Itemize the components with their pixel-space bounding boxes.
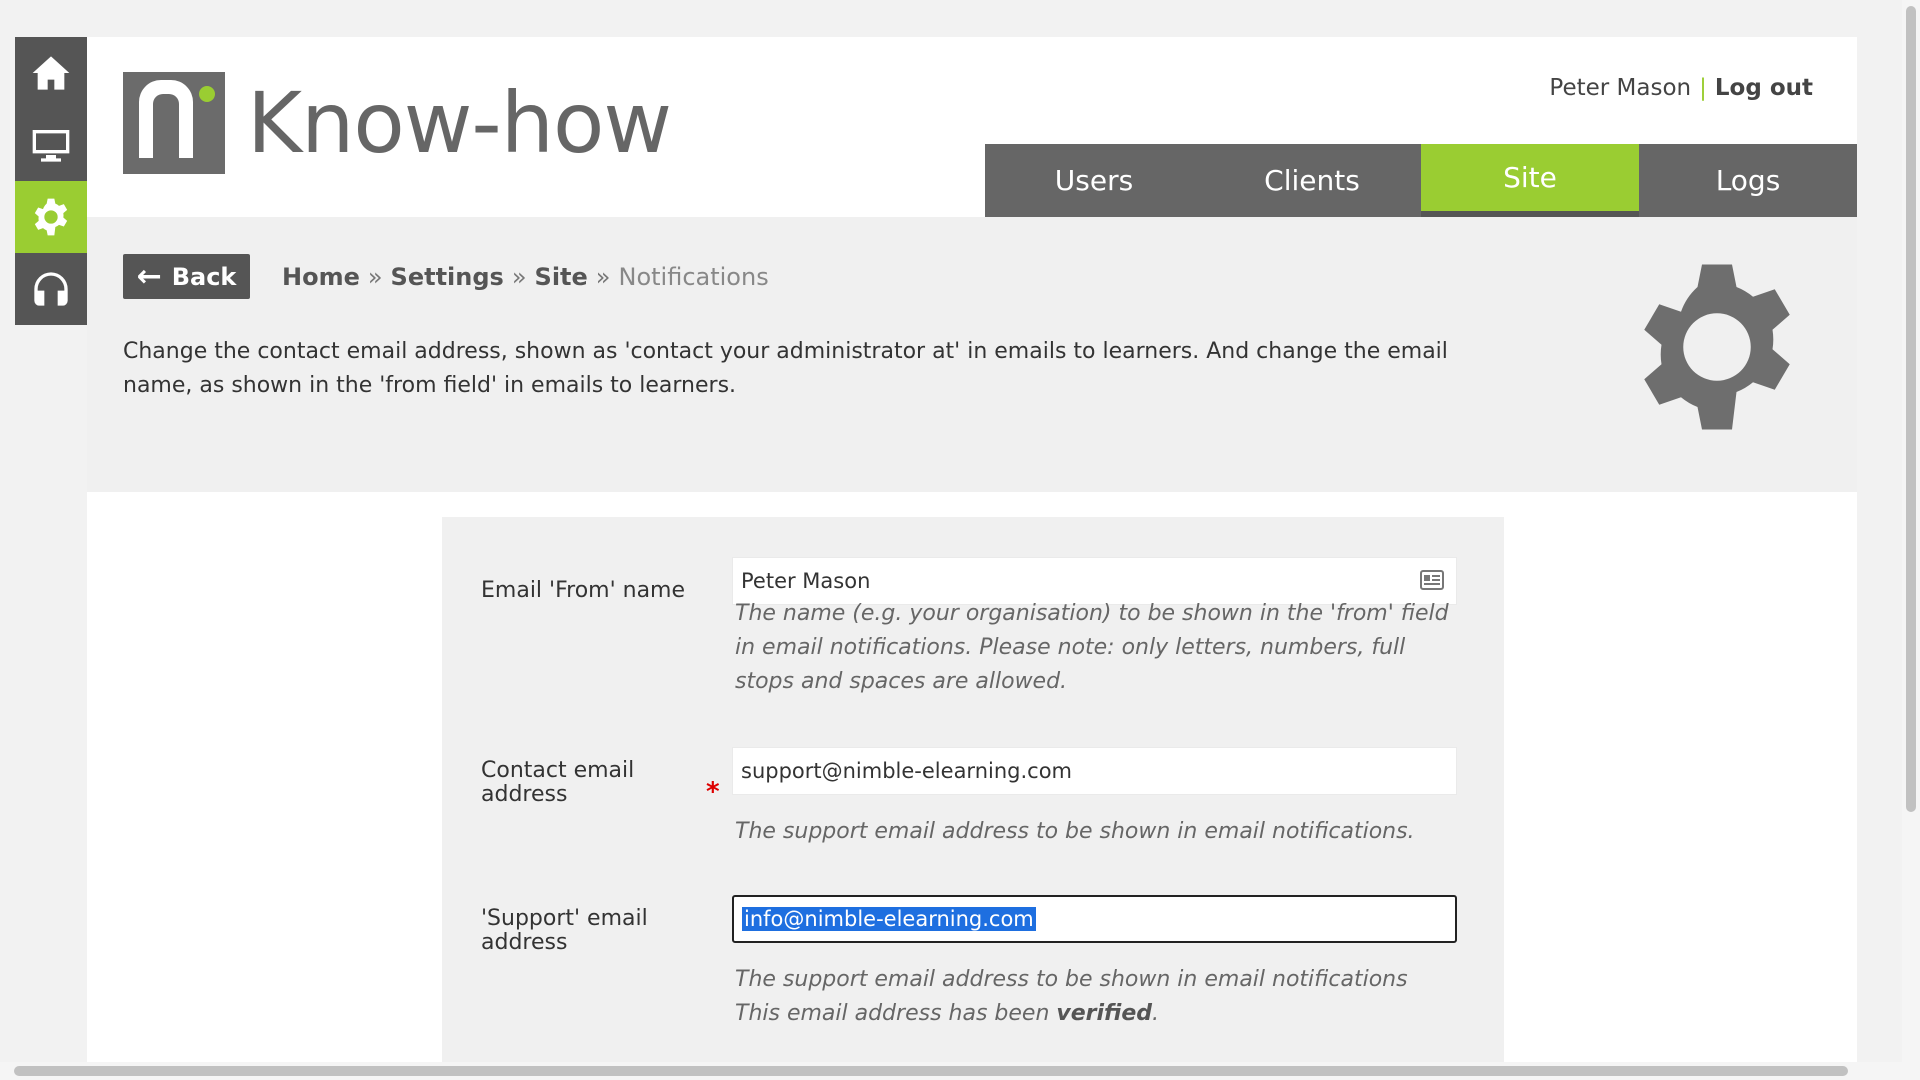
vertical-scrollbar[interactable] (1902, 0, 1920, 1062)
contact-email-help: The support email address to be shown in… (735, 819, 1415, 844)
headset-icon (34, 272, 68, 306)
verified-suffix: . (1152, 1001, 1160, 1026)
breadcrumb: Home» Settings» Site» Notifications (282, 263, 769, 291)
rail-home[interactable] (15, 37, 87, 109)
verified-word: verified (1056, 1001, 1153, 1026)
vertical-scroll-thumb[interactable] (1906, 6, 1916, 812)
page-description: Change the contact email address, shown … (123, 339, 1448, 398)
left-rail (15, 37, 87, 325)
breadcrumb-current: Notifications (618, 262, 769, 291)
app-frame: Know-how Peter Mason | Log out Users Clien… (87, 37, 1857, 1067)
gear-icon (34, 198, 68, 236)
tab-users[interactable]: Users (985, 144, 1203, 217)
intro-panel: ← Back Home» Settings» Site» Notifications … (87, 217, 1857, 492)
tab-site[interactable]: Site (1421, 144, 1639, 217)
logo[interactable]: Know-how (123, 72, 672, 174)
from-name-value: Peter Mason (741, 569, 871, 593)
rail-settings[interactable] (15, 181, 87, 253)
required-mark: * (706, 777, 720, 807)
verified-status: This email address has been verified. (735, 997, 1455, 1031)
userbar-separator: | (1699, 75, 1707, 101)
back-label: Back (171, 262, 237, 291)
horizontal-scroll-thumb[interactable] (14, 1066, 1848, 1076)
support-email-help: The support email address to be shown in… (735, 963, 1455, 1031)
rail-monitor[interactable] (15, 109, 87, 181)
monitor-icon (32, 130, 70, 162)
contact-email-input[interactable]: support@nimble-elearning.com (732, 747, 1457, 795)
gear-icon (1644, 264, 1790, 430)
contact-email-value: support@nimble-elearning.com (741, 759, 1073, 783)
contact-email-row: Contact email address * support@nimble-e… (442, 747, 1504, 895)
main-nav: Users Clients Site Logs (985, 144, 1857, 217)
contact-email-label: Contact email address (481, 758, 635, 807)
content: Email 'From' name Peter Mason The name (… (87, 492, 1857, 1067)
breadcrumb-sep: » (511, 262, 527, 291)
support-email-label: 'Support' email address (481, 906, 648, 955)
horizontal-scrollbar[interactable] (0, 1062, 1920, 1080)
breadcrumb-sep: » (595, 262, 611, 291)
breadcrumb-home[interactable]: Home (282, 263, 360, 291)
breadcrumb-site[interactable]: Site (535, 263, 588, 291)
breadcrumb-sep: » (367, 262, 383, 291)
from-name-help: The name (e.g. your organisation) to be … (735, 601, 1449, 694)
header: Know-how Peter Mason | Log out Users Clien… (87, 37, 1857, 217)
tab-logs[interactable]: Logs (1639, 144, 1857, 217)
rail-support[interactable] (15, 253, 87, 325)
support-email-input[interactable]: info@nimble-elearning.com (732, 895, 1457, 943)
user-name: Peter Mason (1549, 75, 1692, 101)
tab-clients[interactable]: Clients (1203, 144, 1421, 217)
userbar: Peter Mason | Log out (1549, 75, 1813, 101)
brand-name: Know-how (247, 74, 672, 172)
settings-illustration (1627, 257, 1807, 437)
notifications-form: Email 'From' name Peter Mason The name (… (442, 517, 1504, 1067)
logout-link[interactable]: Log out (1715, 75, 1813, 101)
back-button[interactable]: ← Back (123, 254, 250, 299)
from-name-label: Email 'From' name (481, 578, 686, 603)
home-icon (32, 56, 70, 90)
support-email-value: info@nimble-elearning.com (742, 907, 1036, 931)
verified-prefix: This email address has been (735, 1001, 1050, 1026)
arrow-left-icon: ← (136, 258, 162, 294)
support-email-row: 'Support' email address info@nimble-elea… (442, 895, 1504, 1045)
from-name-row: Email 'From' name Peter Mason The name (… (442, 557, 1504, 747)
breadcrumb-settings[interactable]: Settings (391, 263, 504, 291)
contact-card-icon[interactable] (1420, 570, 1444, 590)
logo-mark (123, 72, 225, 174)
support-email-help-text: The support email address to be shown in… (735, 967, 1408, 992)
